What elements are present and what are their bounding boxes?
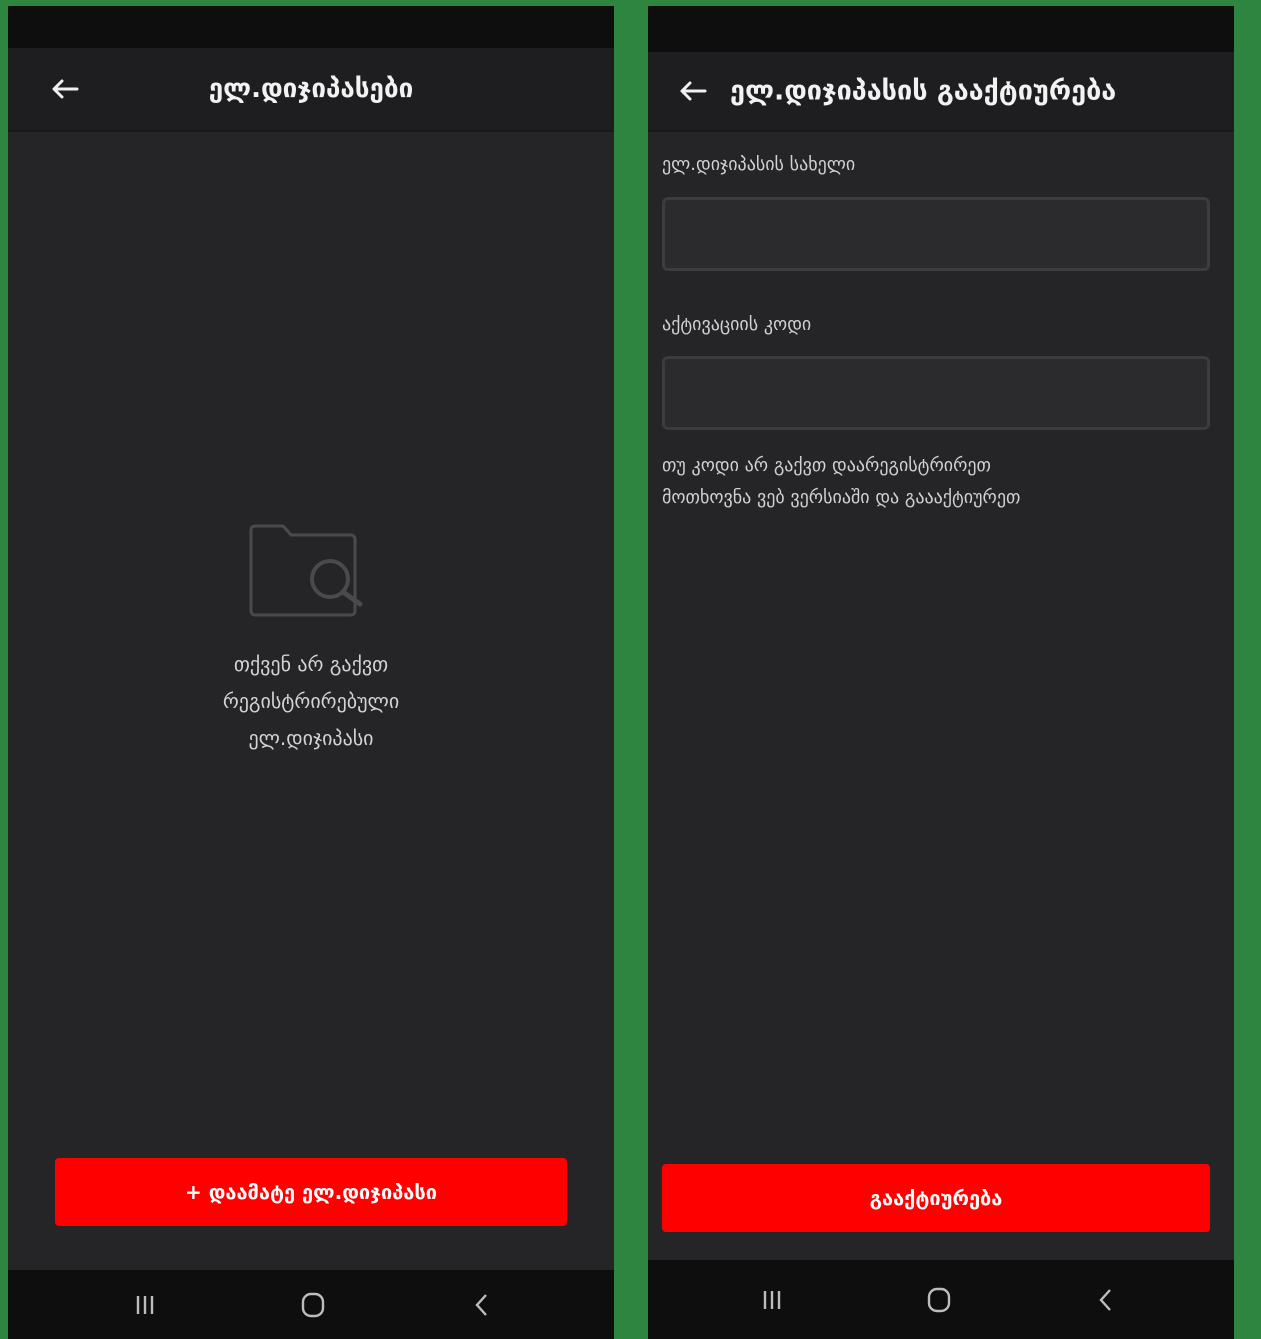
recent-apps-icon[interactable] xyxy=(752,1280,792,1320)
recent-apps-icon[interactable] xyxy=(125,1285,165,1325)
activation-code-input[interactable] xyxy=(662,356,1210,430)
system-nav-bar xyxy=(648,1260,1234,1339)
empty-line-1: თქვენ არ გაქვთ xyxy=(233,652,389,676)
status-bar xyxy=(648,6,1234,52)
add-digipass-button[interactable]: + დაამატე ელ.დიჯიპასი xyxy=(55,1158,567,1226)
app-bar: ელ.დიჯიპასები xyxy=(8,48,614,132)
system-back-icon[interactable] xyxy=(462,1285,502,1325)
hint-line-1: თუ კოდი არ გაქვთ დაარეგისტრირეთ xyxy=(662,455,991,476)
home-icon[interactable] xyxy=(293,1285,333,1325)
empty-state-message: თქვენ არ გაქვთ რეგისტრირებული ელ.დიჯიპას… xyxy=(111,646,511,757)
empty-line-3: ელ.დიჯიპასი xyxy=(248,726,374,750)
system-back-icon[interactable] xyxy=(1086,1280,1126,1320)
home-icon[interactable] xyxy=(919,1280,959,1320)
hint-line-2: მოთხოვნა ვებ ვერსიაში და გაააქტიურეთ xyxy=(662,487,1021,508)
back-arrow-icon[interactable] xyxy=(678,80,708,102)
activate-button[interactable]: გააქტიურება xyxy=(662,1164,1210,1232)
page-title: ელ.დიჯიპასის გააქტიურება xyxy=(730,75,1117,107)
empty-line-2: რეგისტრირებული xyxy=(222,689,400,713)
digipass-name-input[interactable] xyxy=(662,197,1210,271)
app-bar: ელ.დიჯიპასის გააქტიურება xyxy=(648,52,1234,132)
digipass-activation-screen: ელ.დიჯიპასის გააქტიურება ელ.დიჯიპასის სა… xyxy=(648,6,1234,1339)
page-title: ელ.დიჯიპასები xyxy=(208,74,414,104)
activation-hint: თუ კოდი არ გაქვთ დაარეგისტრირეთ მოთხოვნა… xyxy=(662,450,1222,514)
name-field-label: ელ.დიჯიპასის სახელი xyxy=(662,154,856,175)
digipass-list-screen: ელ.დიჯიპასები თქვენ არ გაქვთ რეგისტრირებ… xyxy=(8,6,614,1339)
code-field-label: აქტივაციის კოდი xyxy=(662,314,812,335)
system-nav-bar xyxy=(8,1270,614,1339)
folder-search-icon xyxy=(248,518,374,618)
status-bar xyxy=(8,6,614,48)
